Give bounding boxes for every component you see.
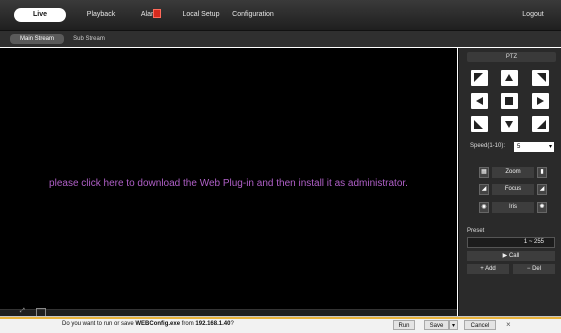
call-label: Call [508, 253, 520, 259]
preset-add-button[interactable]: + Add [467, 264, 509, 274]
download-prompt-mid: from [180, 321, 196, 327]
zoom-control: ▦ Zoom ▮ [479, 167, 547, 178]
stream-tab-bar: Main Stream Sub Stream [0, 31, 561, 47]
top-nav: Live Playback Alarm Local Setup Configur… [0, 0, 561, 31]
download-prompt: Do you want to run or save WEBConfig.exe… [62, 321, 234, 327]
save-button[interactable]: Save [424, 320, 449, 330]
ptz-up-right-button[interactable] [532, 70, 549, 86]
preset-input[interactable]: 1 ~ 255 [467, 237, 555, 248]
del-label: Del [532, 266, 542, 272]
sub-stream-tab[interactable]: Sub Stream [68, 34, 110, 44]
chevron-down-icon: ▾ [548, 144, 552, 150]
logout-link[interactable]: Logout [516, 8, 550, 22]
nav-local-setup-tab[interactable]: Local Setup [180, 8, 222, 22]
save-options-chevron-icon[interactable]: ▾ [449, 320, 458, 330]
nav-live-tab[interactable]: Live [14, 8, 66, 22]
iris-control: ◉ Iris ✺ [479, 202, 547, 213]
minus-icon: − [526, 266, 531, 272]
ptz-panel: PTZ Speed(1-10): 5 ▾ ▦ Zoom ▮ ◢ Focus ◢ … [458, 48, 561, 316]
preset-label: Preset [467, 228, 485, 234]
cancel-button[interactable]: Cancel [464, 320, 496, 330]
plus-icon: + [480, 266, 484, 272]
alarm-icon[interactable] [153, 9, 161, 18]
ptz-down-left-button[interactable] [471, 116, 488, 132]
zoom-label: Zoom [492, 167, 534, 178]
video-viewport[interactable]: please click here to download the Web Pl… [0, 48, 457, 310]
iris-label: Iris [492, 202, 534, 213]
ptz-title: PTZ [467, 52, 556, 62]
speed-value: 5 [517, 144, 521, 150]
ptz-down-button[interactable] [501, 116, 518, 132]
speed-label: Speed(1-10): [470, 143, 506, 149]
download-host: 192.168.1.40 [195, 321, 231, 327]
ptz-right-button[interactable] [532, 93, 549, 109]
download-prompt-prefix: Do you want to run or save [62, 321, 136, 327]
download-notification-bar: Do you want to run or save WEBConfig.exe… [0, 316, 561, 333]
download-prompt-suffix: ? [230, 321, 234, 327]
focus-control: ◢ Focus ◢ [479, 184, 547, 195]
plugin-download-message[interactable]: please click here to download the Web Pl… [0, 178, 457, 189]
preset-delete-button[interactable]: − Del [513, 264, 555, 274]
main-stream-tab[interactable]: Main Stream [10, 34, 64, 44]
zoom-out-button[interactable]: ▦ [479, 167, 489, 178]
zoom-in-button[interactable]: ▮ [537, 167, 547, 178]
play-icon: ▶ [502, 253, 508, 259]
focus-far-button[interactable]: ◢ [537, 184, 547, 195]
nav-configuration-tab[interactable]: Configuration [226, 8, 280, 22]
focus-label: Focus [492, 184, 534, 195]
download-bar-accent [0, 317, 561, 319]
iris-open-button[interactable]: ✺ [537, 202, 547, 213]
ptz-down-right-button[interactable] [532, 116, 549, 132]
ptz-center-button[interactable] [501, 93, 518, 109]
nav-playback-tab[interactable]: Playback [76, 8, 126, 22]
speed-select[interactable]: 5 ▾ [514, 142, 554, 152]
ptz-up-left-button[interactable] [471, 70, 488, 86]
focus-near-button[interactable]: ◢ [479, 184, 489, 195]
close-icon[interactable]: × [506, 320, 511, 329]
iris-close-button[interactable]: ◉ [479, 202, 489, 213]
run-button[interactable]: Run [393, 320, 415, 330]
preset-call-button[interactable]: ▶ Call [467, 251, 555, 261]
download-filename: WEBConfig.exe [135, 321, 181, 327]
nav-alarm-tab[interactable]: Alarm [132, 8, 168, 22]
add-label: Add [485, 266, 496, 272]
ptz-up-button[interactable] [501, 70, 518, 86]
ptz-left-button[interactable] [471, 93, 488, 109]
